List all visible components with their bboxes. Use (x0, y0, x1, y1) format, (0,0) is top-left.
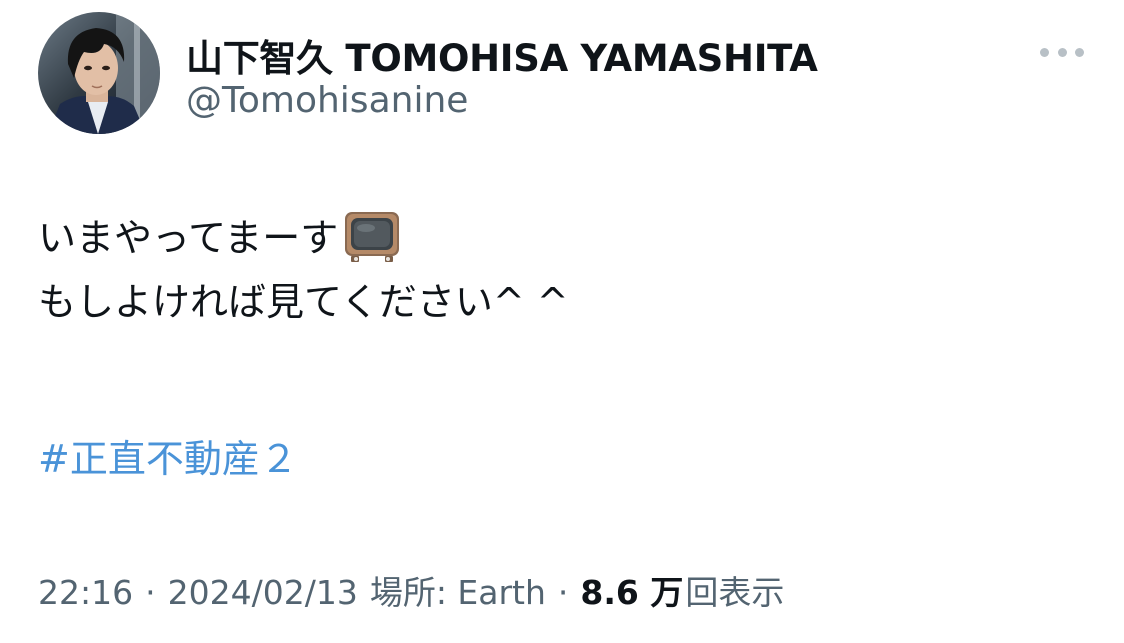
tv-icon (342, 208, 402, 268)
meta-separator: · (145, 573, 156, 612)
views-label: 回表示 (685, 573, 785, 612)
more-options-button[interactable] (1034, 34, 1090, 70)
tweet-date[interactable]: 2024/02/13 (168, 573, 358, 612)
more-dot-icon (1057, 47, 1067, 57)
handle[interactable]: @Tomohisanine (186, 80, 468, 121)
tweet-line-2: もしよければ見てください^ ^ (38, 270, 569, 334)
hashtag-link[interactable]: #正直不動産２ (38, 428, 298, 483)
more-dot-icon (1075, 47, 1084, 57)
tweet-location: 場所: Earth (369, 573, 546, 612)
tweet-line-1: いまやってまーす (38, 206, 569, 270)
meta-separator: · (557, 573, 569, 612)
tweet-time[interactable]: 22:16 (38, 573, 133, 612)
avatar-image (38, 12, 160, 134)
tweet-text: いまやってまーす もしよければ見てください^ ^ (38, 206, 569, 334)
tweet-line-2-text: もしよければ見てください^ ^ (38, 280, 569, 324)
display-name[interactable]: 山下智久 TOMOHISA YAMASHITA (186, 28, 818, 82)
tweet-card: 山下智久 TOMOHISA YAMASHITA @Tomohisanine いま… (0, 0, 1124, 643)
tweet-meta: 22:16 · 2024/02/13 場所: Earth · 8.6 万 回表示 (38, 566, 784, 614)
views-count[interactable]: 8.6 万 (580, 566, 683, 614)
avatar[interactable] (38, 12, 160, 134)
more-dot-icon (1040, 47, 1049, 57)
tweet-line-1-text: いまやってまーす (38, 216, 339, 260)
